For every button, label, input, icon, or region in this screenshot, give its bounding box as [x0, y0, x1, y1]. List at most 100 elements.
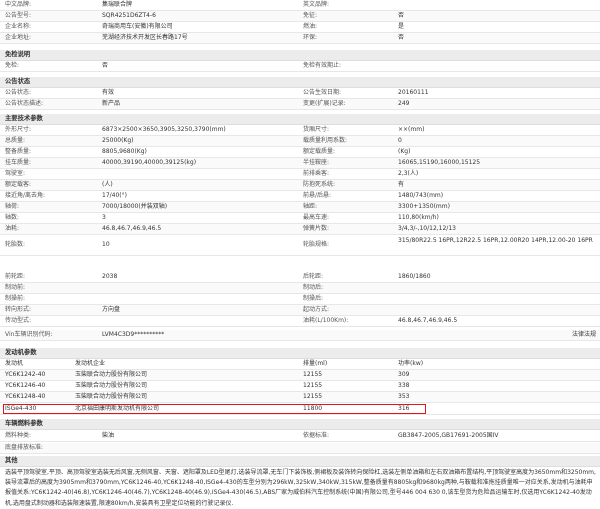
engine-displacement: 12155 [303, 393, 323, 400]
value-fuel-flag: 是 [398, 23, 405, 30]
section-engine-title: 发动机参数 [5, 349, 37, 356]
label-axles: 轴数: [5, 214, 20, 221]
value-abs: 有 [398, 181, 405, 188]
label-steering: 转向形式: [5, 306, 32, 313]
row-emission-standard: 底盘排放标准: [0, 443, 600, 454]
label-curb-mass: 整备质量: [5, 148, 32, 155]
label-overhang: 前悬/后悬: [303, 192, 332, 199]
label-rated-load: 额定载质量: [303, 148, 336, 155]
label-rear-track: 后轮距: [303, 273, 324, 280]
label-transmission: 传动型式: [5, 317, 32, 324]
label-angles: 接近角/离去角: [5, 192, 46, 199]
engine-power: 309 [398, 371, 410, 378]
label-fuel-type: 燃料种类: [5, 432, 32, 439]
label-tire-count: 轮胎数: [5, 241, 26, 248]
value-front-passengers: 2,3(人) [398, 170, 419, 177]
row-rated-passengers: 额定载客: (人) 防抱死系统: 有 [0, 180, 600, 191]
value-consumption-100km: 46.8,46.7,46.9,46.5 [398, 317, 458, 324]
section-other-header: 其他 [0, 456, 600, 467]
value-total-mass: 25000(Kg) [102, 137, 134, 144]
value-standard: GB3847-2005,GB17691-2005国IV [398, 432, 499, 439]
label-max-speed: 最高车速: [303, 214, 330, 221]
label-standard: 依据标准: [303, 432, 330, 439]
announcement-sheet: 中文品牌: 集瑞联合牌 英文品牌: 公告型号: SQR4251D6ZT4-6 免… [0, 0, 600, 509]
label-tire-spec: 轮胎规格: [303, 241, 330, 248]
engine-model: YC6K1248-40 [5, 393, 46, 400]
label-axle-load: 轴荷: [5, 203, 20, 210]
label-cn-brand: 中文品牌: [5, 1, 32, 8]
label-start-method: 起动方式: [303, 306, 330, 313]
engine-company: 北京福田康明斯发动机有限公司 [75, 405, 160, 412]
row-steering: 转向形式: 方向盘 起动方式: [0, 305, 600, 316]
row-brake-operation: 制操前: 制操后: [0, 294, 600, 305]
row-fuel-type: 燃料种类: 柴油 依据标准: GB3847-2005,GB17691-2005国… [0, 431, 600, 442]
value-cn-brand: 集瑞联合牌 [102, 1, 133, 8]
row-fuel-consumption: 油耗: 46.8,46.7,46.9,46.5 弹簧片数: 3/4,3/-,10… [0, 224, 600, 235]
label-status: 公告状态: [5, 89, 32, 96]
value-fuel-type: 柴油 [102, 432, 115, 439]
section-fuel-header: 车辆燃料参数 [0, 419, 600, 430]
label-fuel-flag: 燃油: [303, 23, 318, 30]
value-front-track: 2038 [102, 273, 118, 280]
label-eco: 环保: [303, 34, 318, 41]
label-abs: 防抱死系统: [303, 181, 336, 188]
engine-displacement: 12155 [303, 382, 323, 389]
engine-power: 353 [398, 393, 410, 400]
value-vin: LVM4C3D9********** [102, 331, 165, 338]
value-steering: 方向盘 [102, 306, 121, 313]
label-emission-standard: 底盘排放标准: [5, 444, 44, 451]
value-axles: 3 [102, 214, 106, 221]
label-en-brand: 英文品牌: [303, 1, 330, 8]
col-power: 功率(kw) [398, 360, 424, 367]
laws-link[interactable]: 法律法规 [572, 330, 596, 340]
row-tires: 轮胎数: 10 轮胎规格: 315/80R22.5 16PR,12R22.5 1… [0, 235, 600, 256]
label-dimensions: 外形尺寸: [5, 126, 32, 133]
section-other-title: 其他 [5, 457, 18, 464]
value-trailer-mass: 40000,39190,40000,39125(kg) [102, 159, 197, 166]
label-wheelbase: 轴距: [303, 203, 318, 210]
label-operation-rear: 制操后: [303, 295, 324, 302]
row-trailer-mass: 挂车质量: 40000,39190,40000,39125(kg) 半挂鞍座: … [0, 158, 600, 169]
value-tire-spec: 315/80R22.5 16PR,12R22.5 16PR,12.00R20 1… [398, 237, 593, 244]
row-status: 公告状态: 有效 公告生效日期: 20160111 [0, 88, 600, 99]
value-saddle: 16065,15190,16000,15125 [398, 159, 481, 166]
value-curb-mass: 8805,9680(Kg) [102, 148, 147, 155]
section-exempt-title: 免检说明 [5, 51, 31, 58]
row-axles: 轴数: 3 最高车速: 110,80(km/h) [0, 213, 600, 224]
engine-row-highlighted: ISGe4-430 北京福田康明斯发动机有限公司 11800 316 [0, 404, 600, 415]
label-exempt: 免检: [5, 62, 20, 69]
row-angles: 接近角/离去角: 17/40(°) 前悬/后悬: 1480/743(mm) [0, 191, 600, 202]
engine-company: 玉柴联合动力股份有限公司 [75, 393, 148, 400]
value-status: 有效 [102, 89, 115, 96]
row-brake: 制动前: 制动后: [0, 283, 600, 294]
label-exempt-expiry: 免检有效期止: [303, 62, 342, 69]
engine-model: YC6K1242-40 [5, 371, 46, 378]
value-cargo-size: ××(mm) [398, 126, 425, 133]
label-exempt-tax: 免征: [303, 12, 318, 19]
row-address: 企业地址: 芜湖经济技术开发区长春路17号 环保: 否 [0, 33, 600, 44]
engine-displacement: 11800 [303, 405, 323, 412]
value-overhang: 1480/743(mm) [398, 192, 444, 199]
label-consumption-100km: 油耗(L/100Km): [303, 317, 349, 324]
label-company: 企业名称: [5, 23, 32, 30]
label-saddle: 半挂鞍座: [303, 159, 330, 166]
engine-power: 338 [398, 382, 410, 389]
section-tech-title: 主要技术参数 [5, 115, 43, 122]
value-load-coefficient: 0 [398, 137, 402, 144]
col-engine-company: 发动机企业 [75, 360, 106, 367]
section-engine-header: 发动机参数 [0, 348, 600, 359]
section-tech-header: 主要技术参数 [0, 114, 600, 125]
label-status-desc: 公告状态描述: [5, 100, 44, 107]
label-front-track: 前轮距: [5, 273, 26, 280]
engine-displacement: 12155 [303, 371, 323, 378]
row-transmission: 传动型式: 油耗(L/100Km): 46.8,46.7,46.9,46.5 [0, 316, 600, 327]
value-model: SQR4251D6ZT4-6 [102, 12, 156, 19]
label-springs: 弹簧片数: [303, 225, 330, 232]
other-notes: 选装平顶驾驶室,平顶、高顶驾驶室选装无后风窗,无侧风窗、天窗、遮阳罩及LED型尾… [5, 469, 596, 507]
row-status-desc: 公告状态描述: 新产品 变更(扩展)记录: 249 [0, 99, 600, 110]
label-model: 公告型号: [5, 12, 32, 19]
row-curb-mass: 整备质量: 8805,9680(Kg) 额定载质量: (Kg) [0, 147, 600, 158]
value-rear-track: 1860/1860 [398, 273, 431, 280]
value-axle-load: 7000/18000(并装双轴) [102, 203, 168, 210]
section-status-title: 公告状态 [5, 78, 31, 85]
